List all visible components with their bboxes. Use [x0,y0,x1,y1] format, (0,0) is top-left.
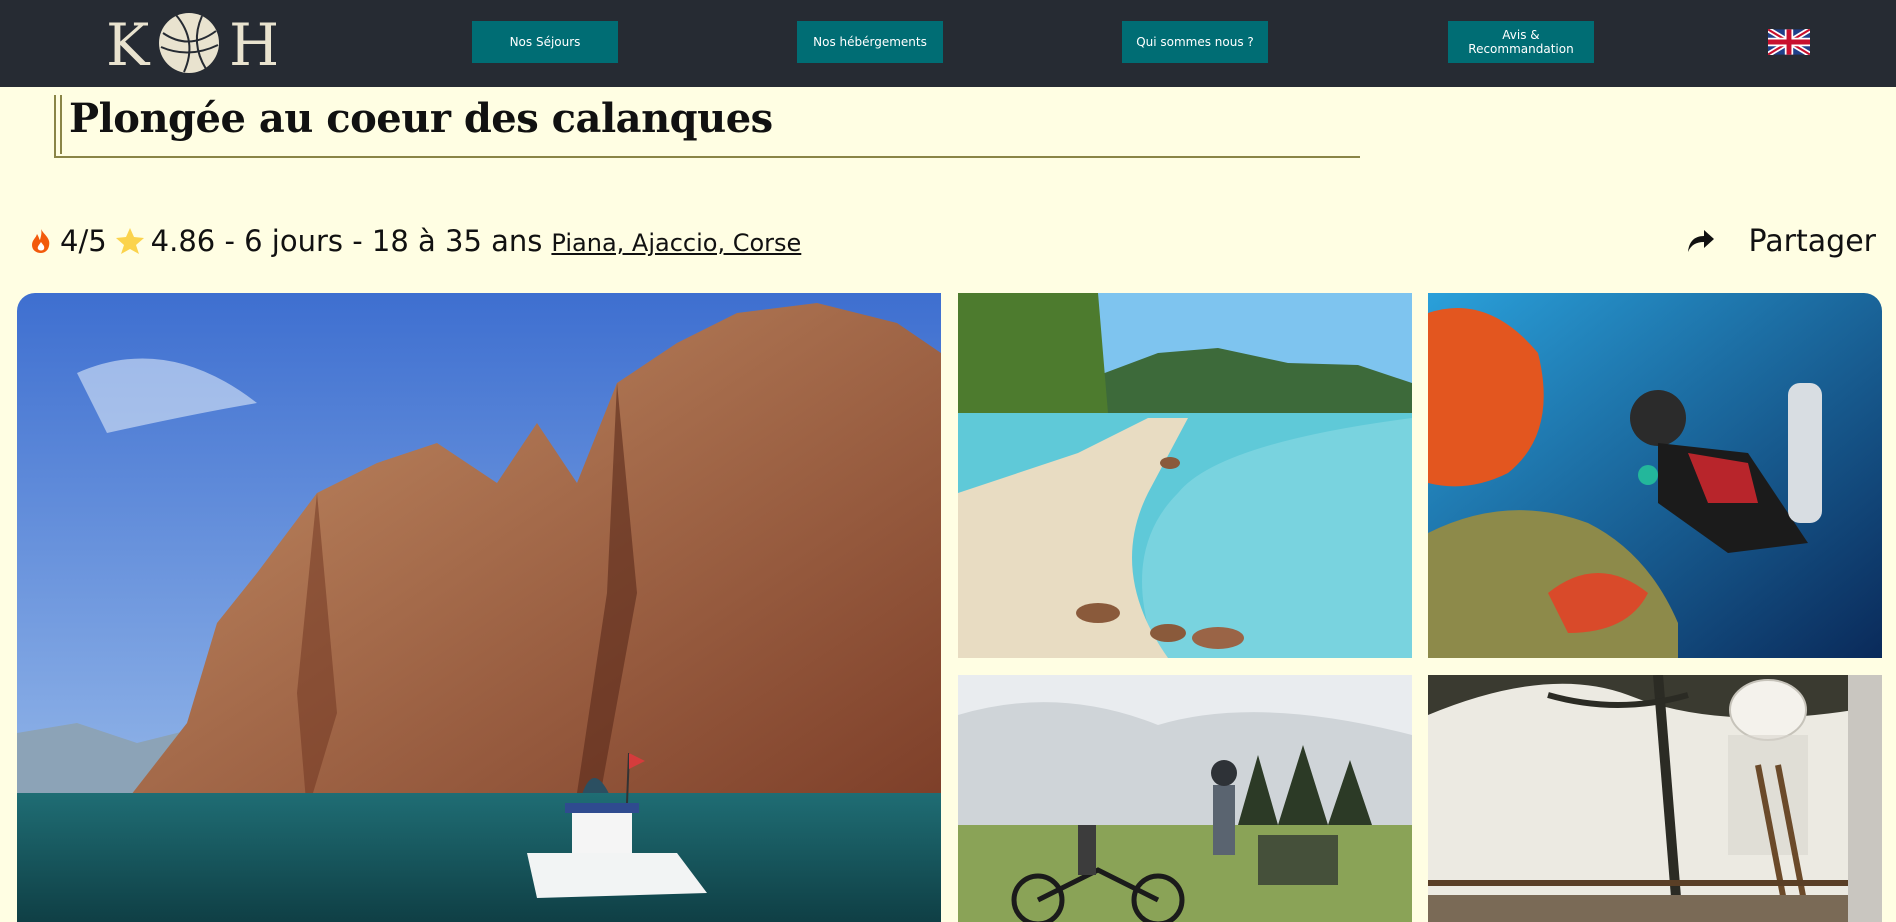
share-label: Partager [1748,223,1876,259]
trip-info-row: 4/5 4.86 - 6 jours - 18 à 35 ans Piana, … [30,218,1890,264]
share-button[interactable]: Partager [1687,218,1876,264]
rating-duration-age: 4.86 - 6 jours - 18 à 35 ans [150,224,543,258]
nav-avis-label-line1: Avis & [1502,27,1540,42]
fire-icon [32,229,50,253]
share-arrow-icon [1687,230,1714,252]
koh-logo[interactable]: K H [106,11,276,75]
page-title-block: Plongée au coeur des calanques [54,95,1360,158]
gallery-image-diver[interactable] [1428,293,1882,658]
nav-nos-sejours-button[interactable]: Nos Séjours [472,21,618,63]
top-navigation-bar: K H Nos Séjours Nos hébérgements Qui som… [0,0,1896,87]
gallery-image-treehouse[interactable] [1428,675,1882,922]
gallery-image-beach[interactable] [958,293,1412,658]
gallery-image-bikers[interactable] [958,675,1412,922]
nav-avis-label-line2: Recommandation [1468,42,1574,56]
difficulty-rating: 4/5 [60,224,107,258]
nav-avis-recommandation-button[interactable]: Avis & Recommandation [1448,21,1594,63]
svg-text:H: H [229,11,276,75]
page-title: Plongée au coeur des calanques [69,95,773,142]
nav-nos-sejours-label: Nos Séjours [509,34,581,49]
nav-nos-hebergements-label: Nos hébérgements [813,34,927,49]
gallery-image-calanques[interactable] [17,293,941,922]
location-link[interactable]: Piana, Ajaccio, Corse [551,229,801,257]
star-icon [115,228,144,254]
nav-qui-sommes-nous-label: Qui sommes nous ? [1136,34,1254,49]
uk-flag-icon[interactable] [1768,29,1810,55]
nav-nos-hebergements-button[interactable]: Nos hébérgements [797,21,943,63]
svg-text:K: K [106,11,151,75]
nav-qui-sommes-nous-button[interactable]: Qui sommes nous ? [1122,21,1268,63]
